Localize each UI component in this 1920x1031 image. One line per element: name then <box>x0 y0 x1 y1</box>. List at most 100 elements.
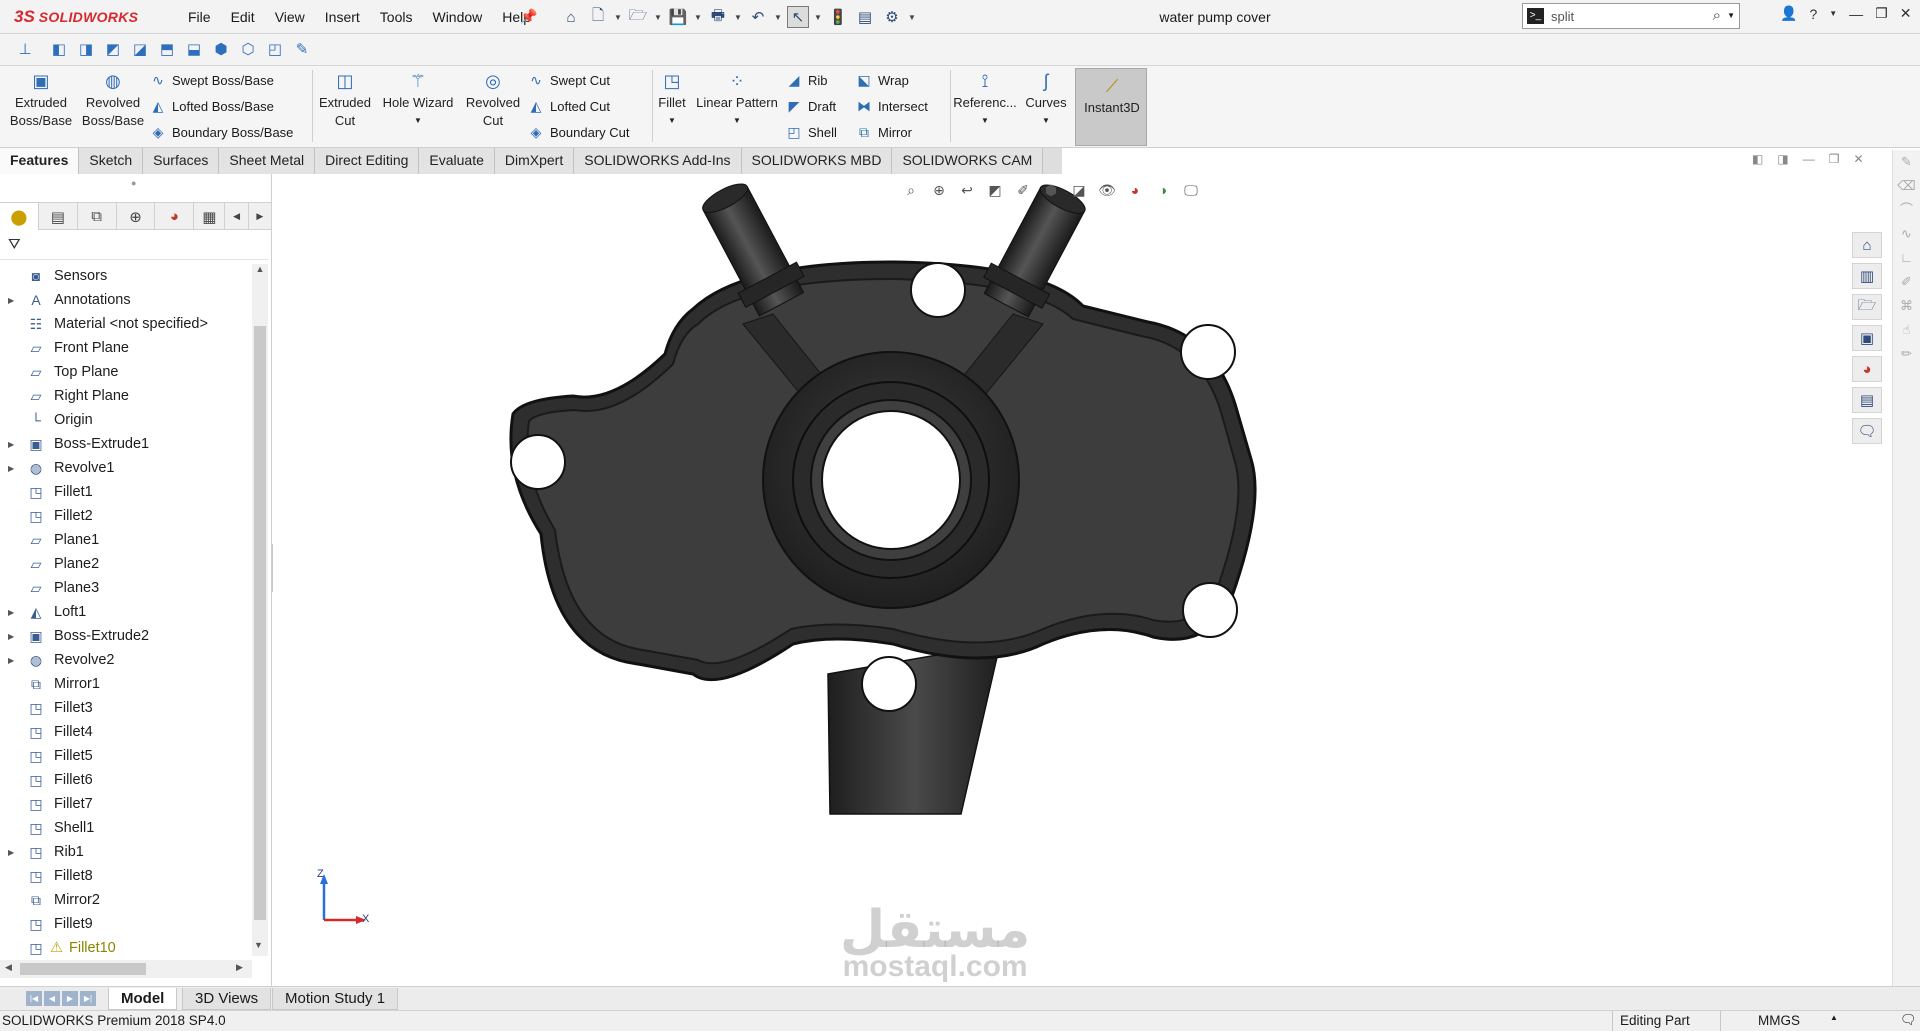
view-orientation-icon[interactable]: ⬢ <box>1040 180 1062 200</box>
restore-icon[interactable]: ❐ <box>1875 5 1888 22</box>
revolved-boss-button[interactable]: ◍ Revolved Boss/Base <box>78 72 148 130</box>
view-settings-icon[interactable]: 🖵 <box>1180 180 1202 200</box>
tab-direct-editing[interactable]: Direct Editing <box>315 148 420 174</box>
extruded-boss-button[interactable]: ▣ Extruded Boss/Base <box>6 72 76 130</box>
spline-icon[interactable]: ∿ <box>1893 222 1920 246</box>
chevron-down-icon[interactable]: ▼ <box>378 112 458 130</box>
expand-arrow-icon[interactable]: ▶ <box>0 656 14 665</box>
feature-manager-tab-icon[interactable]: ⬤ <box>0 203 39 230</box>
apply-scene-icon[interactable]: ◑ <box>1152 180 1174 200</box>
filter-funnel-icon[interactable]: ⛛ <box>8 236 21 253</box>
custom-properties-icon[interactable]: ▤ <box>1852 387 1882 413</box>
tab-model[interactable]: Model <box>108 988 178 1010</box>
tile-left-icon[interactable]: ◧ <box>1752 152 1763 166</box>
unit-system[interactable]: MMGS <box>1758 1013 1800 1028</box>
previous-view-icon[interactable]: ↩ <box>956 180 978 200</box>
hole-wizard-button[interactable]: ⚚ Hole Wizard ▼ <box>378 72 458 130</box>
tile-right-icon[interactable]: ◨ <box>1777 152 1788 166</box>
appearances-icon[interactable]: ◕ <box>1852 356 1882 382</box>
right-view-icon[interactable]: ◪ <box>129 38 151 60</box>
menu-tools[interactable]: Tools <box>370 9 423 25</box>
chevron-down-icon[interactable]: ▼ <box>694 13 702 22</box>
save-icon[interactable]: 💾 <box>667 6 689 28</box>
lofted-cut-button[interactable]: ◭ Lofted Cut <box>528 94 610 118</box>
boundary-boss-button[interactable]: ◈ Boundary Boss/Base <box>150 120 294 144</box>
expand-arrow-icon[interactable]: ▶ <box>0 632 14 641</box>
undo-icon[interactable]: ↶ <box>747 6 769 28</box>
tree-item[interactable]: ▶ ▣ Boss-Extrude2 <box>0 624 252 648</box>
chevron-down-icon[interactable]: ▼ <box>814 13 822 22</box>
tree-item[interactable]: ◳ Fillet3 <box>0 696 252 720</box>
tree-item[interactable]: ◳ Fillet1 <box>0 480 252 504</box>
instant3d-toggle[interactable]: ⟋ Instant3D <box>1075 68 1147 146</box>
water-pump-cover-part[interactable] <box>509 175 1257 815</box>
select-cursor-icon[interactable]: ↖ <box>787 6 809 28</box>
tab-sheet-metal[interactable]: Sheet Metal <box>219 148 316 174</box>
sketch-tool-icon[interactable]: ✎ <box>291 38 313 60</box>
extruded-cut-button[interactable]: ◫ Extruded Cut <box>314 72 376 130</box>
tree-item[interactable]: ◳ Shell1 <box>0 816 252 840</box>
eraser-icon[interactable]: ⌫ <box>1893 174 1920 198</box>
tab-addins[interactable]: SOLIDWORKS Add-Ins <box>574 148 742 174</box>
chevron-down-icon[interactable]: ▼ <box>1829 9 1837 18</box>
pointer-icon[interactable]: ☝ <box>1893 318 1920 342</box>
tree-item[interactable]: ⧉ Mirror2 <box>0 888 252 912</box>
lasso-icon[interactable]: ⌘ <box>1893 294 1920 318</box>
tab-sketch[interactable]: Sketch <box>79 148 144 174</box>
tree-item[interactable]: ▱ Top Plane <box>0 360 252 384</box>
tab-3d-views[interactable]: 3D Views <box>182 988 272 1010</box>
tab-dimxpert[interactable]: DimXpert <box>494 148 575 174</box>
next-tab-icon[interactable]: ▶ <box>62 991 78 1006</box>
tree-item[interactable]: ▱ Plane3 <box>0 576 252 600</box>
rib-button[interactable]: ◢ Rib <box>786 68 828 92</box>
scroll-down-icon[interactable]: ▼ <box>254 940 263 950</box>
tree-item[interactable]: ▱ Right Plane <box>0 384 252 408</box>
left-view-icon[interactable]: ◩ <box>102 38 124 60</box>
linear-pattern-button[interactable]: ⁘ Linear Pattern ▼ <box>692 72 782 130</box>
open-folder-icon[interactable]: 🗁 <box>627 6 649 28</box>
restore-icon[interactable]: ❐ <box>1829 152 1840 166</box>
shell-button[interactable]: ◰ Shell <box>786 120 837 144</box>
back-view-icon[interactable]: ◨ <box>75 38 97 60</box>
fillet-button[interactable]: ◳ Fillet ▼ <box>654 72 690 130</box>
curves-button[interactable]: ʃ Curves ▼ <box>1020 72 1072 130</box>
file-properties-icon[interactable]: ▤ <box>854 6 876 28</box>
tree-item[interactable]: ▶ ◍ Revolve1 <box>0 456 252 480</box>
pin-menu-icon[interactable]: 📌 <box>520 8 537 25</box>
chevron-down-icon[interactable]: ▼ <box>1020 112 1072 130</box>
tree-item[interactable]: ▶ ◭ Loft1 <box>0 600 252 624</box>
options-gear-icon[interactable]: ⚙ <box>881 6 903 28</box>
part-model-view[interactable] <box>273 174 1891 986</box>
pencil-icon[interactable]: ✏ <box>1893 342 1920 366</box>
boundary-cut-button[interactable]: ◈ Boundary Cut <box>528 120 630 144</box>
menu-window[interactable]: Window <box>422 9 492 25</box>
hide-show-items-icon[interactable]: 👁 <box>1096 180 1118 200</box>
status-chat-icon[interactable]: 🗨 <box>1900 1012 1917 1028</box>
last-tab-icon[interactable]: ▶| <box>80 991 96 1006</box>
chevron-down-icon[interactable]: ▼ <box>1727 11 1735 20</box>
command-search-box[interactable]: >_ ⌕ ▼ <box>1522 3 1740 29</box>
top-view-icon[interactable]: ⬒ <box>156 38 178 60</box>
tree-item[interactable]: ◳ Fillet7 <box>0 792 252 816</box>
tree-item[interactable]: ◳ Fillet6 <box>0 768 252 792</box>
expand-arrow-icon[interactable]: ▶ <box>0 296 14 305</box>
help-icon[interactable]: ? <box>1809 6 1817 22</box>
reference-geometry-button[interactable]: ⟟ Referenc... ▼ <box>952 72 1018 130</box>
tree-item[interactable]: ◳ Fillet8 <box>0 864 252 888</box>
tree-item[interactable]: ▱ Plane1 <box>0 528 252 552</box>
close-icon[interactable]: ✕ <box>1900 5 1912 22</box>
menu-view[interactable]: View <box>265 9 315 25</box>
design-library-icon[interactable]: ▥ <box>1852 263 1882 289</box>
cam-manager-tab-icon[interactable]: ▦ <box>194 203 226 230</box>
solidworks-resources-icon[interactable]: ⌂ <box>1852 232 1882 258</box>
mirror-button[interactable]: ⧉ Mirror <box>856 120 912 144</box>
menu-edit[interactable]: Edit <box>221 9 265 25</box>
arc-icon[interactable]: ⌒ <box>1893 198 1920 222</box>
graphics-area[interactable] <box>273 174 1891 986</box>
edit-appearance-icon[interactable]: ◕ <box>1124 180 1146 200</box>
tree-item[interactable]: ▶ ◳ Rib1 <box>0 840 252 864</box>
normal-to-icon[interactable]: ⊥ <box>14 38 36 60</box>
chevron-down-icon[interactable]: ▼ <box>614 13 622 22</box>
chevron-down-icon[interactable]: ▼ <box>692 112 782 130</box>
swept-cut-button[interactable]: ∿ Swept Cut <box>528 68 610 92</box>
